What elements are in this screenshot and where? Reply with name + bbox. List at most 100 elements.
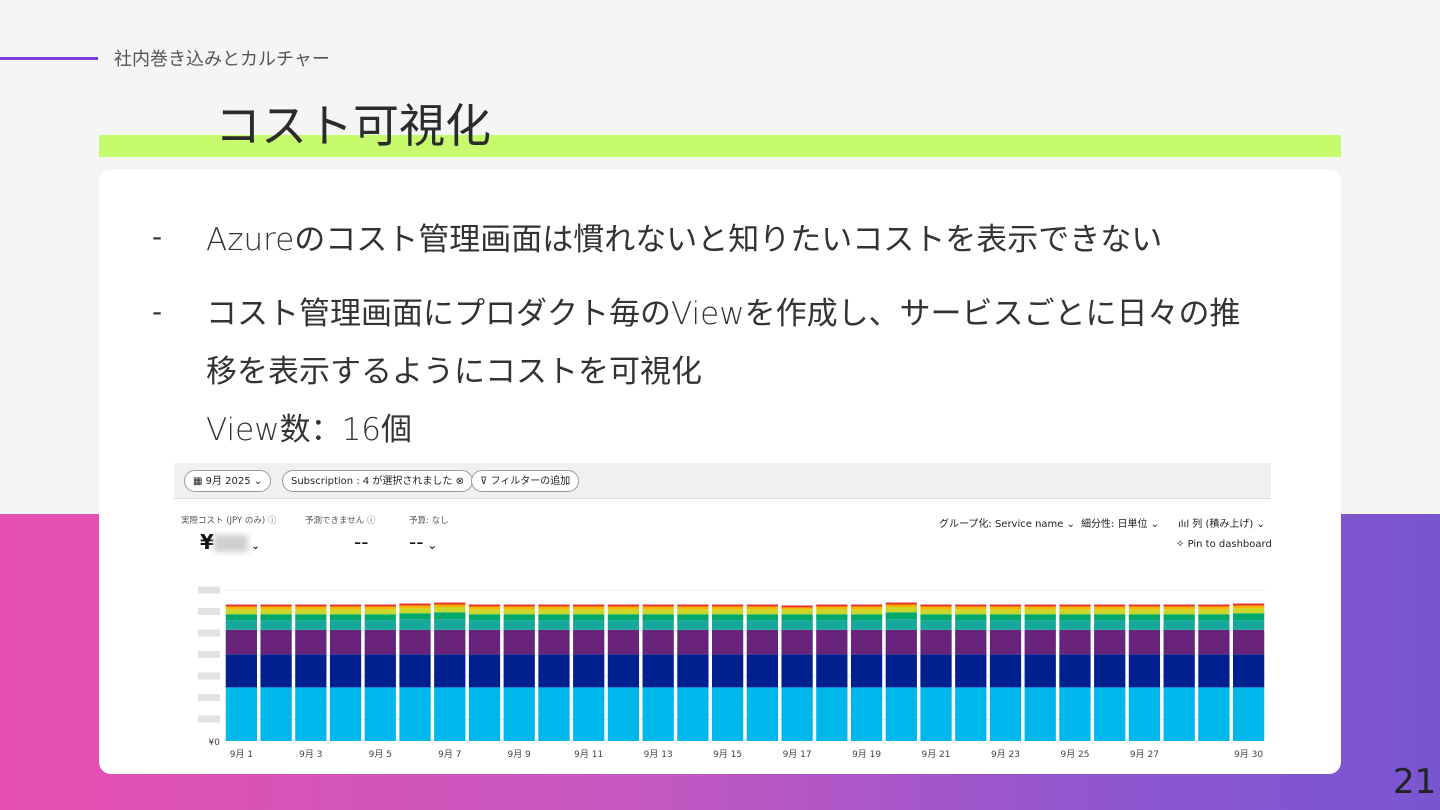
chart-bar-segment[interactable] — [712, 609, 744, 615]
chart-bar-segment[interactable] — [225, 629, 257, 655]
chart-bar-segment[interactable] — [1059, 629, 1091, 655]
chart-bar-segment[interactable] — [503, 654, 535, 688]
chart-bar-segment[interactable] — [920, 606, 952, 610]
chart-bar-segment[interactable] — [1233, 654, 1265, 688]
chart-bar-segment[interactable] — [920, 687, 952, 742]
chart-bar-segment[interactable] — [1233, 629, 1265, 655]
chart-bar-segment[interactable] — [225, 604, 257, 607]
chart-bar-segment[interactable] — [329, 620, 362, 630]
chart-bar-segment[interactable] — [1198, 654, 1230, 688]
chart-bar-segment[interactable] — [573, 687, 605, 742]
chart-bar-segment[interactable] — [329, 614, 362, 621]
chart-bar-segment[interactable] — [329, 654, 362, 688]
chart-bar-segment[interactable] — [1128, 654, 1161, 688]
chart-bar-segment[interactable] — [642, 606, 674, 610]
chart-bar-segment[interactable] — [1024, 654, 1056, 688]
chart-bar-segment[interactable] — [1094, 614, 1126, 621]
chart-bar-segment[interactable] — [329, 687, 362, 742]
chart-bar-segment[interactable] — [955, 614, 987, 621]
chart-bar-segment[interactable] — [1198, 620, 1230, 630]
chart-bar-segment[interactable] — [399, 629, 431, 655]
chart-bar-segment[interactable] — [538, 687, 570, 742]
chart-bar-segment[interactable] — [885, 604, 917, 608]
chart-bar-segment[interactable] — [1128, 604, 1161, 607]
chart-bar-segment[interactable] — [989, 687, 1022, 742]
chart-bar-segment[interactable] — [712, 606, 744, 610]
chart-bar-segment[interactable] — [712, 614, 744, 621]
chart-bar-segment[interactable] — [399, 613, 431, 620]
chart-bar-segment[interactable] — [920, 654, 952, 688]
chart-bar-segment[interactable] — [781, 620, 813, 630]
chart-bar-segment[interactable] — [955, 604, 987, 607]
chart-bar-segment[interactable] — [746, 620, 778, 630]
chart-bar-segment[interactable] — [1163, 604, 1195, 607]
chart-bar-segment[interactable] — [1128, 609, 1161, 615]
chart-bar-segment[interactable] — [225, 606, 257, 610]
chart-bar-segment[interactable] — [642, 614, 674, 621]
chart-bar-segment[interactable] — [1233, 603, 1265, 606]
chart-bar-segment[interactable] — [364, 604, 396, 607]
chart-bar-segment[interactable] — [850, 654, 883, 688]
chart-bar-segment[interactable] — [468, 614, 501, 621]
chart-bar-segment[interactable] — [1128, 629, 1161, 655]
chart-bar-segment[interactable] — [225, 614, 257, 621]
chart-bar-segment[interactable] — [850, 629, 883, 655]
chart-bar-segment[interactable] — [1059, 687, 1091, 742]
chart-bar-segment[interactable] — [746, 614, 778, 621]
chart-bar-segment[interactable] — [781, 629, 813, 655]
chart-bar-segment[interactable] — [295, 654, 327, 688]
chart-bar-segment[interactable] — [1024, 604, 1056, 607]
chart-bar-segment[interactable] — [677, 604, 709, 607]
chart-bar-segment[interactable] — [607, 687, 640, 742]
chart-bar-segment[interactable] — [746, 606, 778, 610]
chart-bar-segment[interactable] — [573, 609, 605, 615]
chart-bar-segment[interactable] — [295, 629, 327, 655]
chart-bar-segment[interactable] — [850, 604, 883, 607]
chart-bar-segment[interactable] — [329, 604, 362, 607]
chart-bar-segment[interactable] — [399, 654, 431, 688]
chart-bar-segment[interactable] — [295, 687, 327, 742]
chart-bar-segment[interactable] — [538, 609, 570, 615]
chart-bar-segment[interactable] — [468, 606, 501, 610]
chart-bar-segment[interactable] — [642, 687, 674, 742]
chart-bar-segment[interactable] — [434, 687, 466, 742]
chart-bar-segment[interactable] — [677, 614, 709, 621]
chart-bar-segment[interactable] — [468, 687, 501, 742]
chart-bar-segment[interactable] — [364, 614, 396, 621]
chart-bar-segment[interactable] — [468, 620, 501, 630]
chart-bar-segment[interactable] — [260, 687, 292, 742]
chart-bar-segment[interactable] — [434, 602, 466, 605]
chart-bar-segment[interactable] — [816, 654, 848, 688]
chart-bar-segment[interactable] — [781, 609, 813, 615]
chart-bar-segment[interactable] — [538, 604, 570, 607]
chart-bar-segment[interactable] — [677, 654, 709, 688]
chart-bar-segment[interactable] — [955, 654, 987, 688]
chart-bar-segment[interactable] — [1128, 687, 1161, 742]
chart-bar-segment[interactable] — [989, 614, 1022, 621]
chart-bar-segment[interactable] — [399, 687, 431, 742]
chart-bar-segment[interactable] — [746, 654, 778, 688]
chart-bar-segment[interactable] — [364, 609, 396, 615]
chart-bar-segment[interactable] — [503, 609, 535, 615]
chart-bar-segment[interactable] — [295, 614, 327, 621]
chart-bar-segment[interactable] — [989, 609, 1022, 615]
chart-bar-segment[interactable] — [885, 602, 917, 605]
chart-bar-segment[interactable] — [781, 607, 813, 610]
chart-bar-segment[interactable] — [1094, 604, 1126, 607]
chart-bar-segment[interactable] — [677, 606, 709, 610]
chart-bar-segment[interactable] — [1128, 614, 1161, 621]
chart-bar-segment[interactable] — [850, 614, 883, 621]
chart-bar-segment[interactable] — [364, 620, 396, 630]
chart-bar-segment[interactable] — [1024, 609, 1056, 615]
chart-bar-segment[interactable] — [573, 606, 605, 610]
chart-bar-segment[interactable] — [781, 687, 813, 742]
chart-bar-segment[interactable] — [781, 614, 813, 621]
chart-bar-segment[interactable] — [1163, 606, 1195, 610]
chart-bar-segment[interactable] — [399, 608, 431, 614]
chart-bar-segment[interactable] — [260, 614, 292, 621]
chart-bar-segment[interactable] — [503, 604, 535, 607]
chart-bar-segment[interactable] — [677, 609, 709, 615]
chart-bar-segment[interactable] — [503, 620, 535, 630]
chart-bar-segment[interactable] — [781, 654, 813, 688]
chart-bar-segment[interactable] — [885, 629, 917, 655]
